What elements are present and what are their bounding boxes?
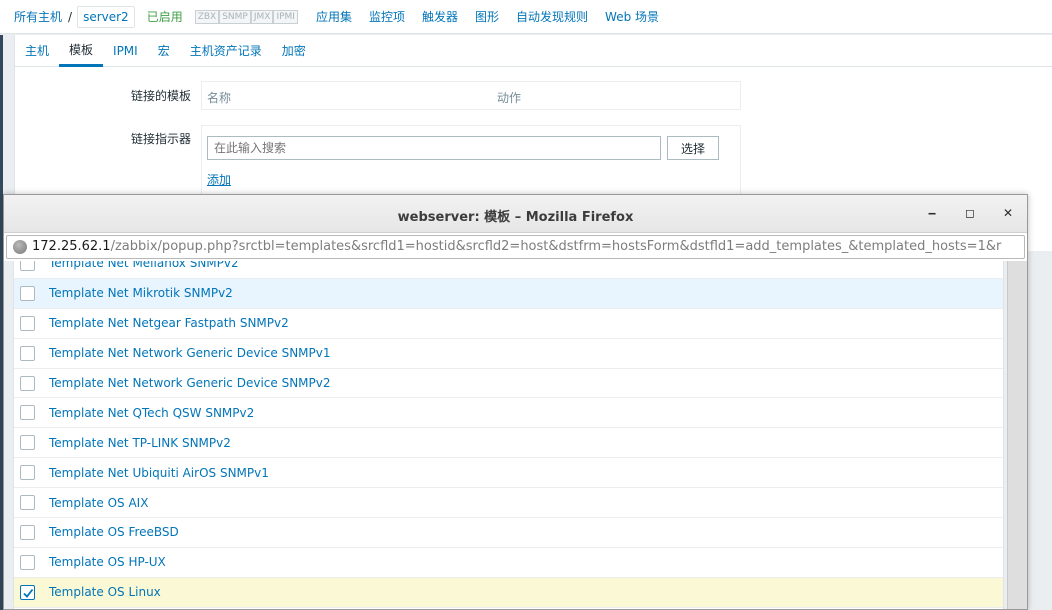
template-name-link[interactable]: Template Net Mikrotik SNMPv2: [49, 286, 233, 300]
availability-jmx-badge: JMX: [250, 9, 274, 24]
popup-scrollbar[interactable]: [1007, 261, 1027, 609]
template-row[interactable]: Template OS Linux: [14, 577, 1003, 608]
checkbox[interactable]: [20, 405, 35, 421]
host-top-navigation: 所有主机 / server2 已启用 ZBX SNMP JMX IPMI 应用集…: [0, 0, 1052, 34]
template-list: Template Net Mellanox SNMPv2 Template Net…: [13, 261, 1004, 609]
linked-templates-table: 名称 动作: [201, 81, 741, 110]
host-form-tabs: 主机 模板 IPMI 宏 主机资产记录 加密: [15, 35, 1052, 67]
checkbox[interactable]: [20, 465, 35, 481]
tab-inventory[interactable]: 主机资产记录: [180, 35, 272, 66]
template-name-link[interactable]: Template Net Network Generic Device SNMP…: [49, 346, 331, 360]
tab-ipmi[interactable]: IPMI: [103, 35, 148, 66]
linked-templates-label: 链接的模板: [130, 89, 191, 103]
template-name-link[interactable]: Template OS AIX: [49, 496, 148, 510]
template-name-link[interactable]: Template OS FreeBSD: [49, 525, 179, 539]
checkbox[interactable]: [20, 345, 35, 361]
select-button[interactable]: 选择: [667, 136, 719, 160]
popup-titlebar[interactable]: webserver: 模板 – Mozilla Firefox ‒ ◻ ✕: [4, 195, 1027, 233]
template-row[interactable]: Template Net TP-LINK SNMPv2: [14, 428, 1003, 459]
template-popup-window: webserver: 模板 – Mozilla Firefox ‒ ◻ ✕ 17…: [3, 194, 1028, 610]
template-name-link[interactable]: Template Net TP-LINK SNMPv2: [49, 436, 231, 450]
tab-macros[interactable]: 宏: [148, 35, 180, 66]
checkbox[interactable]: [20, 524, 35, 540]
template-name-link[interactable]: Template Net QTech QSW SNMPv2: [49, 406, 254, 420]
nav-web-scenarios[interactable]: Web 场景: [605, 8, 659, 25]
tab-host[interactable]: 主机: [15, 35, 59, 66]
template-row[interactable]: Template Net Mikrotik SNMPv2: [14, 278, 1003, 309]
availability-zbx-badge: ZBX: [194, 9, 220, 24]
nav-graphs[interactable]: 图形: [475, 8, 499, 25]
column-header-action: 动作: [497, 91, 522, 105]
url-path: /zabbix/popup.php?srctbl=templates&srcfl…: [110, 239, 1002, 254]
add-link[interactable]: 添加: [207, 171, 231, 188]
template-row[interactable]: Template Net Mellanox SNMPv2: [14, 261, 1003, 279]
availability-ipmi-badge: IPMI: [273, 9, 298, 24]
minimize-icon[interactable]: ‒: [923, 204, 941, 222]
nav-triggers[interactable]: 触发器: [422, 8, 458, 25]
popup-content: Template Net Mellanox SNMPv2 Template Net…: [4, 261, 1027, 609]
checkbox-checked[interactable]: [20, 584, 35, 600]
checkbox[interactable]: [20, 495, 35, 511]
popup-window-title: webserver: 模板 – Mozilla Firefox: [397, 210, 634, 225]
close-icon[interactable]: ✕: [999, 204, 1017, 222]
popup-url-bar[interactable]: 172.25.62.1/zabbix/popup.php?srctbl=temp…: [6, 235, 1025, 259]
template-name-link[interactable]: Template Net Netgear Fastpath SNMPv2: [49, 316, 289, 330]
checkbox[interactable]: [20, 261, 35, 271]
breadcrumb-all-hosts[interactable]: 所有主机: [14, 8, 62, 25]
template-search-input[interactable]: [207, 136, 661, 160]
maximize-icon[interactable]: ◻: [961, 204, 979, 222]
template-name-link[interactable]: Template Net Ubiquiti AirOS SNMPv1: [49, 466, 269, 480]
template-row[interactable]: Template OS HP-UX: [14, 548, 1003, 578]
template-row[interactable]: Template OS FreeBSD: [14, 518, 1003, 548]
column-header-name: 名称: [207, 91, 232, 105]
availability-badges: ZBX SNMP JMX IPMI: [194, 9, 298, 24]
tab-encryption[interactable]: 加密: [272, 35, 316, 66]
template-name-link[interactable]: Template OS Linux: [49, 585, 161, 599]
template-row[interactable]: Template Net Network Generic Device SNMP…: [14, 369, 1003, 399]
template-name-link[interactable]: Template Net Mellanox SNMPv2: [49, 261, 239, 270]
url-host: 172.25.62.1: [32, 239, 111, 254]
breadcrumb-current-host[interactable]: server2: [77, 5, 135, 28]
nav-applications[interactable]: 应用集: [316, 8, 352, 25]
link-indicator-label: 链接指示器: [130, 132, 191, 146]
template-name-link[interactable]: Template Net Network Generic Device SNMP…: [49, 376, 331, 390]
template-row[interactable]: Template Net Network Generic Device SNMP…: [14, 339, 1003, 369]
tab-templates[interactable]: 模板: [59, 35, 104, 67]
host-status-enabled[interactable]: 已启用: [147, 8, 183, 25]
checkbox[interactable]: [20, 285, 35, 301]
availability-snmp-badge: SNMP: [219, 9, 251, 24]
nav-discovery-rules[interactable]: 自动发现规则: [516, 8, 588, 25]
checkbox[interactable]: [20, 375, 35, 391]
checkbox[interactable]: [20, 315, 35, 331]
template-row[interactable]: Template Net Ubiquiti AirOS SNMPv1: [14, 458, 1003, 489]
checkbox[interactable]: [20, 554, 35, 570]
breadcrumb-separator: /: [68, 9, 73, 24]
checkbox[interactable]: [20, 435, 35, 451]
checkmark-icon: [23, 588, 34, 598]
template-row[interactable]: Template Net Netgear Fastpath SNMPv2: [14, 309, 1003, 339]
template-row[interactable]: Template OS AIX: [14, 488, 1003, 519]
template-row[interactable]: Template Net QTech QSW SNMPv2: [14, 398, 1003, 429]
template-name-link[interactable]: Template OS HP-UX: [49, 555, 166, 569]
globe-icon: [13, 240, 27, 254]
nav-items[interactable]: 监控项: [369, 8, 405, 25]
